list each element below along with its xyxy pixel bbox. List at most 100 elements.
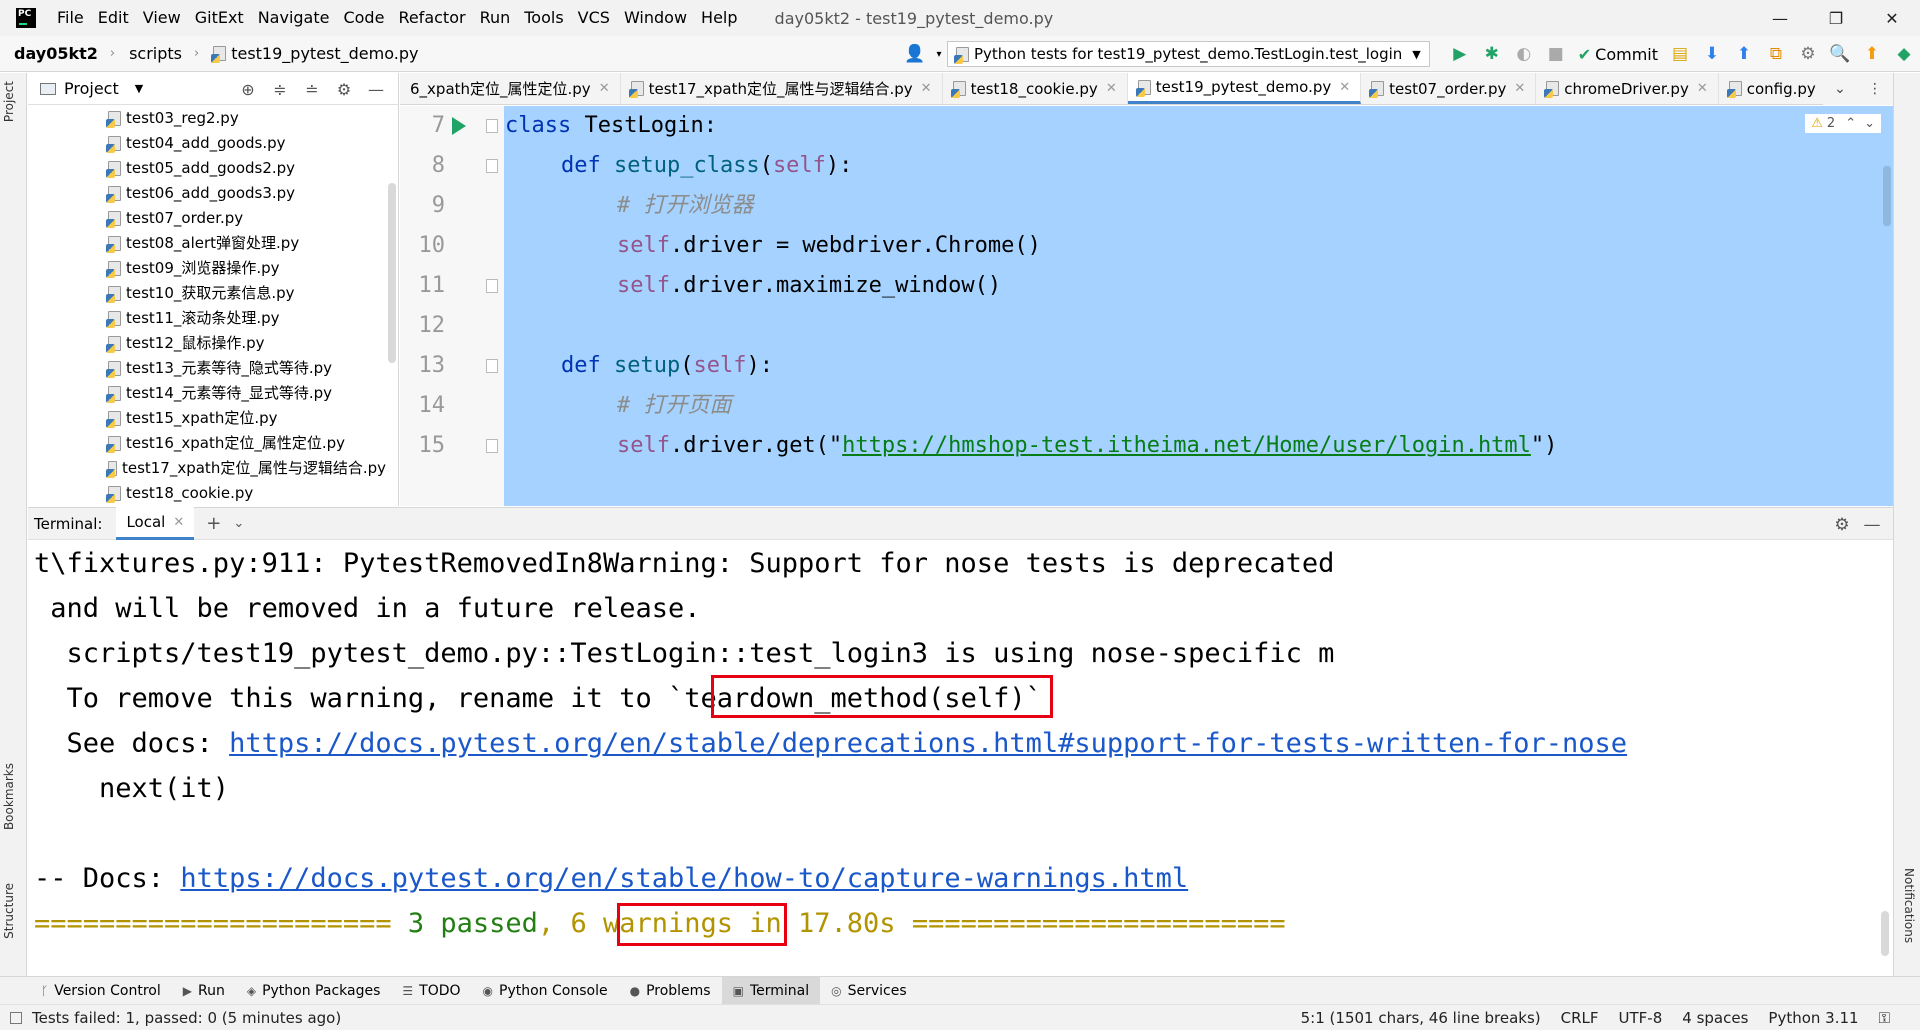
editor-scroll-thumb[interactable] xyxy=(1883,166,1891,226)
push-icon[interactable]: ⬆ xyxy=(1728,38,1760,70)
close-tab-icon[interactable]: ✕ xyxy=(1697,81,1708,96)
tree-file-item[interactable]: test14_元素等待_显式等待.py xyxy=(28,381,386,406)
tree-file-item[interactable]: test07_order.py xyxy=(28,206,386,231)
chevron-up-icon[interactable]: ⌃ xyxy=(1845,116,1856,131)
python-interpreter[interactable]: Python 3.11 xyxy=(1758,1009,1868,1027)
tree-file-item[interactable]: test15_xpath定位.py xyxy=(28,406,386,431)
test-status-text[interactable]: Tests failed: 1, passed: 0 (5 minutes ag… xyxy=(32,1009,341,1027)
close-tab-icon[interactable]: ✕ xyxy=(599,81,610,96)
editor-tab[interactable]: test07_order.py ✕ xyxy=(1361,73,1537,104)
code-string-url[interactable]: https://hmshop-test.itheima.net/Home/use… xyxy=(842,433,1531,458)
hide-icon[interactable]: — xyxy=(360,80,392,99)
debug-icon[interactable]: ✱ xyxy=(1476,38,1508,70)
user-dropdown-icon[interactable]: ▾ xyxy=(931,38,947,70)
editor-tab[interactable]: config.py xyxy=(1719,73,1827,104)
code-editor[interactable]: 7 class TestLogin: 8 def setup_class(sel… xyxy=(400,106,1893,506)
tree-file-item[interactable]: test04_add_goods.py xyxy=(28,131,386,156)
editor-scrollbar[interactable] xyxy=(1881,126,1893,506)
run-configuration-select[interactable]: Python tests for test19_pytest_demo.Test… xyxy=(946,41,1430,67)
chevron-down-icon[interactable]: ⌄ xyxy=(233,516,244,531)
tree-file-item[interactable]: test03_reg2.py xyxy=(28,106,386,131)
gear-icon[interactable]: ⚙ xyxy=(328,80,360,99)
tree-file-item[interactable]: test06_add_goods3.py xyxy=(28,181,386,206)
fold-icon[interactable] xyxy=(486,159,498,173)
run-test-icon[interactable] xyxy=(452,117,466,135)
stop-icon[interactable]: ■ xyxy=(1540,38,1572,70)
menu-vcs[interactable]: VCS xyxy=(571,0,617,36)
locate-icon[interactable]: ⊕ xyxy=(232,80,264,99)
editor-tab[interactable]: test17_xpath定位_属性与逻辑结合.py ✕ xyxy=(621,73,943,104)
tree-file-item[interactable]: test13_元素等待_隐式等待.py xyxy=(28,356,386,381)
tool-run[interactable]: ▶ Run xyxy=(172,977,236,1005)
bookmarks-tool-button[interactable]: Bookmarks xyxy=(2,763,16,830)
terminal-scrollbar[interactable] xyxy=(1881,911,1889,956)
close-tab-icon[interactable]: ✕ xyxy=(1106,81,1117,96)
menu-run[interactable]: Run xyxy=(473,0,518,36)
tree-file-item[interactable]: test12_鼠标操作.py xyxy=(28,331,386,356)
tool-problems[interactable]: ● Problems xyxy=(619,977,722,1005)
tree-file-item[interactable]: test10_获取元素信息.py xyxy=(28,281,386,306)
editor-tab-active[interactable]: test19_pytest_demo.py ✕ xyxy=(1127,73,1362,104)
breadcrumb-file[interactable]: test19_pytest_demo.py xyxy=(199,44,418,63)
folder-icon[interactable]: ▤ xyxy=(1664,38,1696,70)
file-encoding[interactable]: UTF-8 xyxy=(1609,1009,1673,1027)
tree-file-item[interactable]: test08_alert弹窗处理.py xyxy=(28,231,386,256)
tree-file-item[interactable]: test11_滚动条处理.py xyxy=(28,306,386,331)
tool-terminal[interactable]: ▣ Terminal xyxy=(721,976,821,1005)
tree-file-item[interactable]: test17_xpath定位_属性与逻辑结合.py xyxy=(28,456,386,481)
expand-all-icon[interactable]: ≑ xyxy=(264,80,296,99)
user-icon[interactable]: 👤 xyxy=(899,38,931,70)
minimize-button[interactable]: — xyxy=(1752,0,1808,36)
fold-icon[interactable] xyxy=(486,439,498,453)
terminal-tab-local[interactable]: Local ✕ xyxy=(116,507,195,540)
chevron-down-icon[interactable]: ⌄ xyxy=(1834,81,1846,97)
fold-icon[interactable] xyxy=(486,279,498,293)
menu-file[interactable]: File xyxy=(50,0,91,36)
menu-window[interactable]: Window xyxy=(617,0,694,36)
search-icon[interactable]: 🔍 xyxy=(1824,38,1856,70)
tool-todo[interactable]: ☰ TODO xyxy=(391,977,471,1005)
breadcrumb-folder[interactable]: scripts xyxy=(115,44,182,63)
maximize-button[interactable]: ❐ xyxy=(1808,0,1864,36)
breadcrumb-project[interactable]: day05kt2 xyxy=(0,44,98,63)
tool-python-console[interactable]: ◉ Python Console xyxy=(472,977,619,1005)
chevron-down-icon[interactable]: ▼ xyxy=(135,82,143,95)
tree-file-item[interactable]: test18_cookie.py xyxy=(28,481,386,506)
tree-file-item[interactable]: test09_浏览器操作.py xyxy=(28,256,386,281)
collapse-all-icon[interactable]: ≐ xyxy=(296,80,328,99)
menu-edit[interactable]: Edit xyxy=(91,0,136,36)
editor-tab[interactable]: 6_xpath定位_属性定位.py ✕ xyxy=(400,73,621,104)
close-tab-icon[interactable]: ✕ xyxy=(1514,81,1525,96)
hide-icon[interactable]: — xyxy=(1857,515,1887,535)
caret-position[interactable]: 5:1 (1501 chars, 46 line breaks) xyxy=(1291,1009,1551,1027)
close-tab-icon[interactable]: ✕ xyxy=(921,81,932,96)
editor-tab[interactable]: chromeDriver.py ✕ xyxy=(1536,73,1719,104)
settings-icon[interactable]: ⚙ xyxy=(1792,38,1824,70)
terminal-link[interactable]: https://docs.pytest.org/en/stable/how-to… xyxy=(180,863,1188,894)
menu-view[interactable]: View xyxy=(136,0,188,36)
pull-icon[interactable]: ⬇ xyxy=(1696,38,1728,70)
commit-button[interactable]: ✔ Commit xyxy=(1572,45,1664,64)
menu-code[interactable]: Code xyxy=(336,0,391,36)
line-separator[interactable]: CRLF xyxy=(1551,1009,1609,1027)
close-tab-icon[interactable]: ✕ xyxy=(1339,80,1350,95)
tree-file-item[interactable]: test16_xpath定位_属性定位.py xyxy=(28,431,386,456)
terminal-output[interactable]: t\fixtures.py:911: PytestRemovedIn8Warni… xyxy=(28,541,1893,976)
structure-tool-button[interactable]: Structure xyxy=(2,883,16,939)
notifications-tool-button[interactable]: Notifications xyxy=(1902,868,1916,943)
menu-gitext[interactable]: GitExt xyxy=(188,0,251,36)
tree-file-item[interactable]: test05_add_goods2.py xyxy=(28,156,386,181)
tool-services[interactable]: ◎ Services xyxy=(820,977,918,1005)
menu-help[interactable]: Help xyxy=(694,0,744,36)
add-terminal-icon[interactable]: + xyxy=(194,513,233,534)
tool-python-packages[interactable]: ◈ Python Packages xyxy=(236,977,392,1005)
indent-setting[interactable]: 4 spaces xyxy=(1672,1009,1758,1027)
project-tree-scrollbar[interactable] xyxy=(388,183,396,363)
fold-icon[interactable] xyxy=(486,359,498,373)
fold-icon[interactable] xyxy=(486,119,498,133)
coverage-icon[interactable]: ◐ xyxy=(1508,38,1540,70)
close-button[interactable]: ✕ xyxy=(1864,0,1920,36)
menu-refactor[interactable]: Refactor xyxy=(391,0,472,36)
more-icon[interactable]: ⋮ xyxy=(1868,81,1882,97)
close-tab-icon[interactable]: ✕ xyxy=(173,515,184,530)
